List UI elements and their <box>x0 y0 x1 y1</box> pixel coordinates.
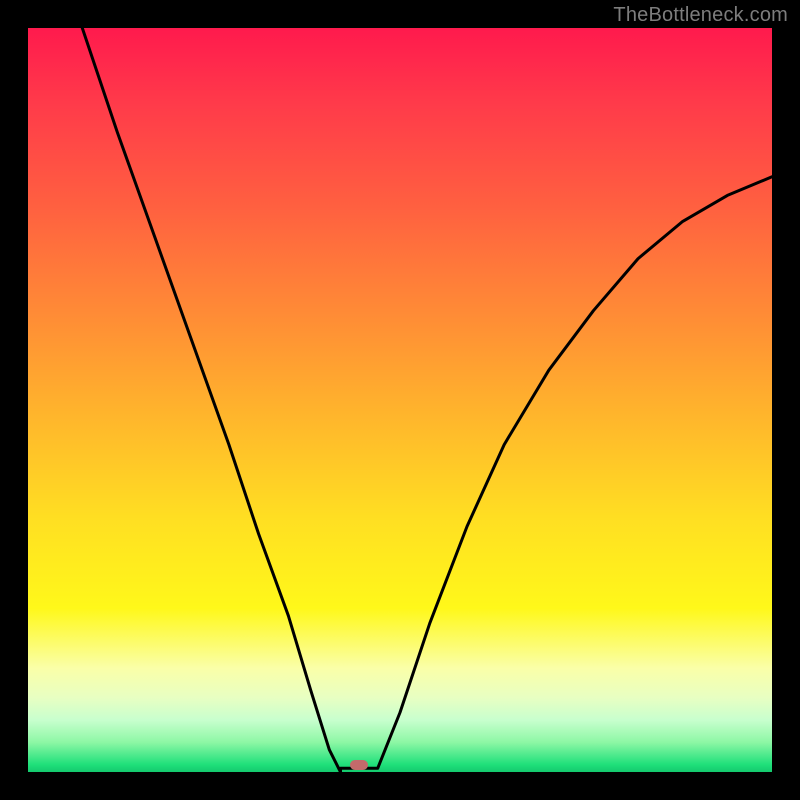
plot-area <box>28 28 772 772</box>
curve-path <box>82 28 772 772</box>
optimal-point-marker <box>350 760 368 770</box>
watermark-text: TheBottleneck.com <box>613 4 788 27</box>
chart-frame: TheBottleneck.com <box>0 0 800 800</box>
bottleneck-curve <box>28 28 772 772</box>
